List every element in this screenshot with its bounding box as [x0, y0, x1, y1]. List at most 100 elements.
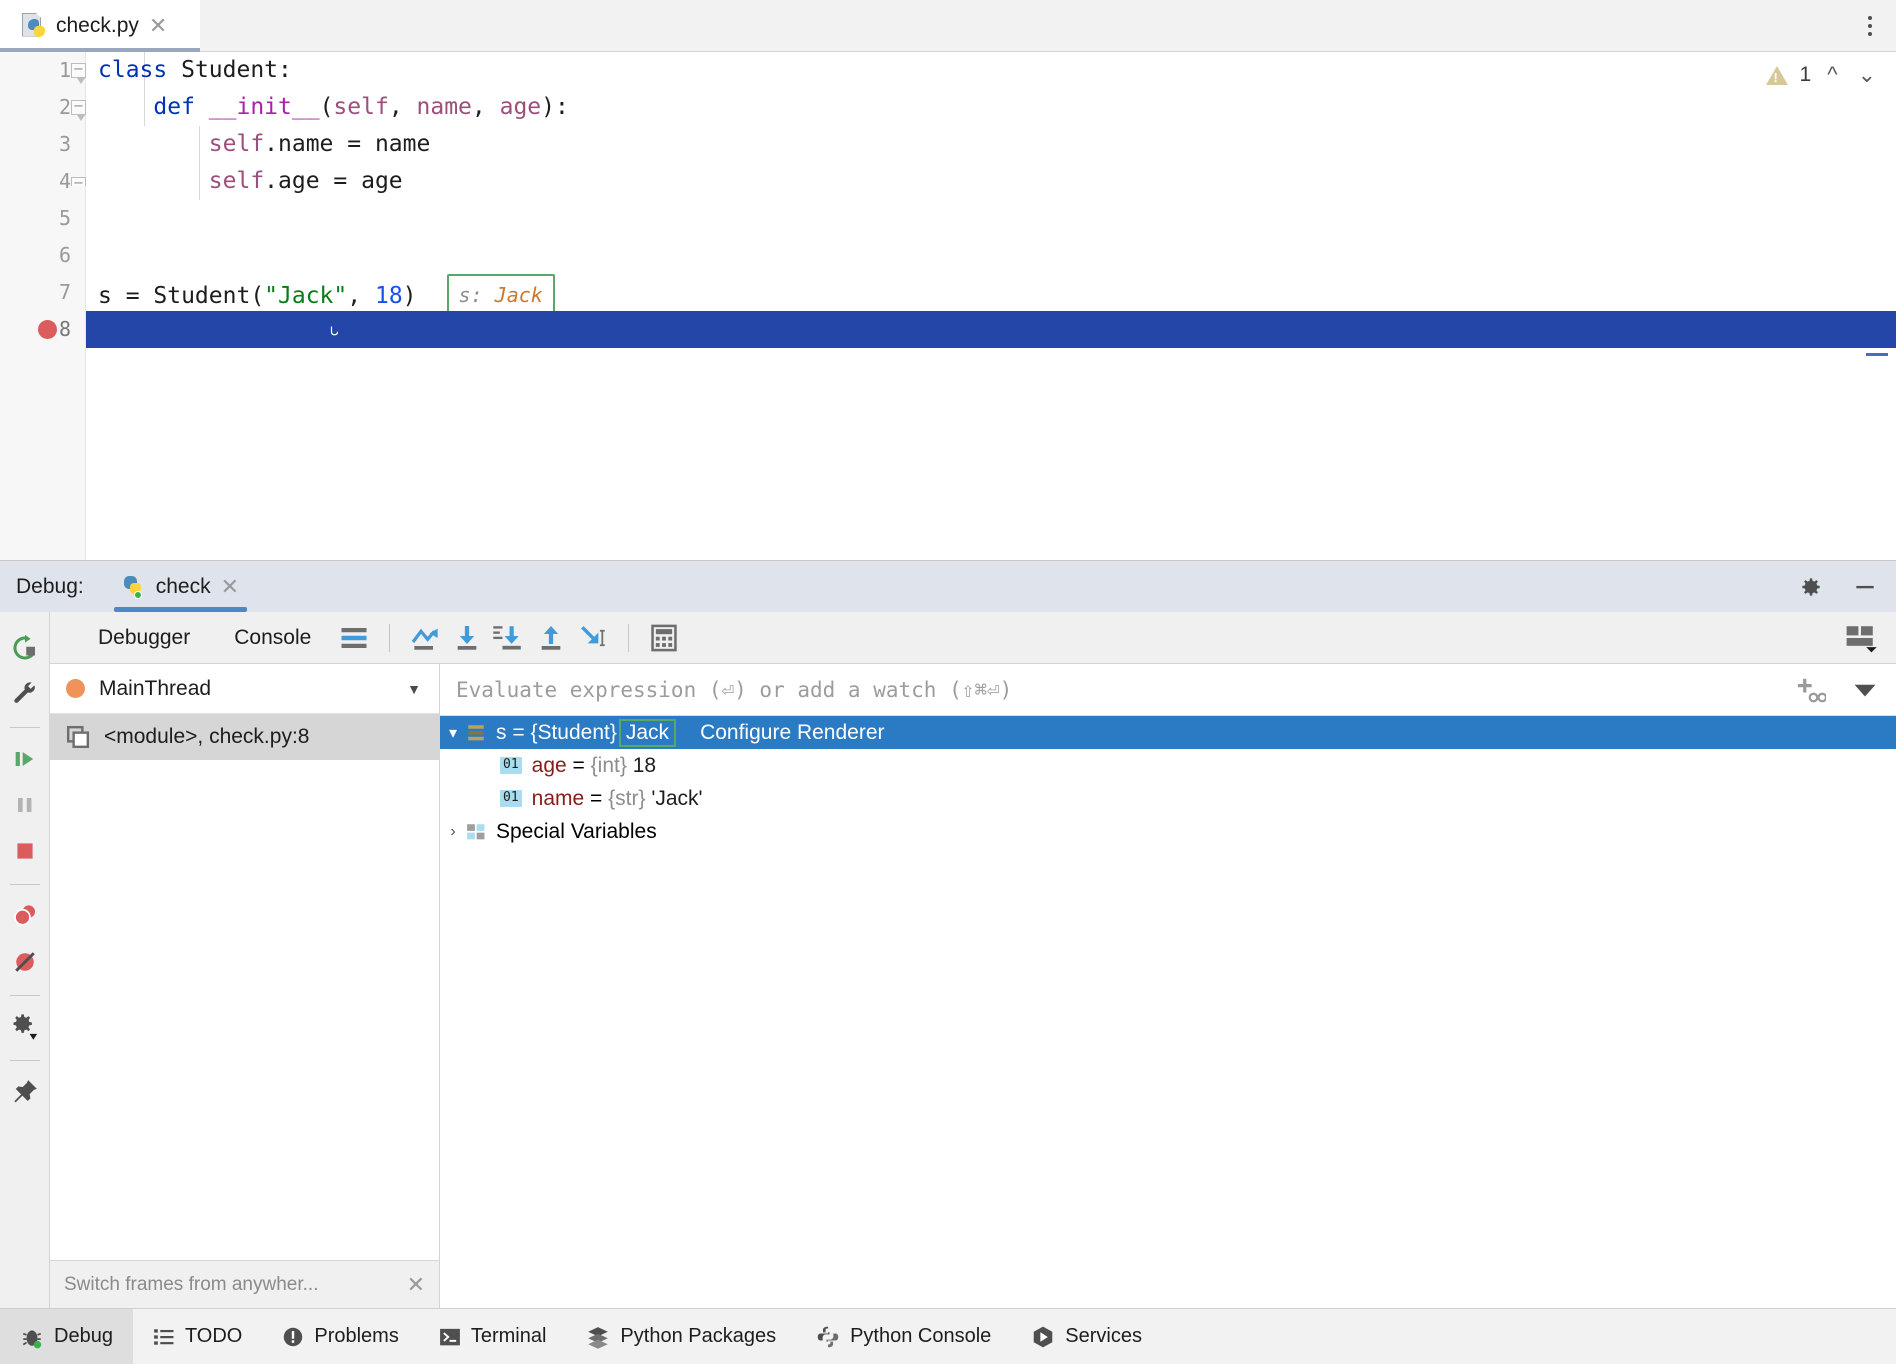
fold-icon[interactable]: − — [71, 100, 86, 115]
python-run-icon — [122, 574, 146, 600]
status-item-label: Services — [1065, 1325, 1142, 1348]
fold-icon[interactable]: − — [71, 63, 86, 78]
debug-session-tab[interactable]: check ✕ — [108, 561, 253, 612]
variable-equals: = — [573, 754, 585, 778]
status-item-python-packages[interactable]: Python Packages — [566, 1309, 796, 1364]
chevron-down-icon[interactable]: ⌄ — [1854, 62, 1880, 88]
tab-debugger[interactable]: Debugger — [76, 626, 212, 650]
toolbar-separator — [10, 1060, 40, 1061]
view-breakpoints-icon[interactable] — [3, 894, 47, 938]
step-into-icon[interactable] — [446, 618, 488, 658]
editor-gutter[interactable]: 1− 2− 3 4− 5 6 7 8 — [0, 52, 86, 560]
status-item-debug[interactable]: Debug — [0, 1309, 133, 1364]
variable-name: age — [532, 754, 567, 778]
close-icon[interactable]: ✕ — [407, 1274, 425, 1296]
code-line: s = Student("Jack", 18)s: Jack — [86, 274, 1896, 311]
ide-window: check.py ✕ 1− 2− 3 4− 5 6 7 8 class Stud… — [0, 0, 1896, 1364]
evaluate-expression-bar[interactable]: Evaluate expression (⏎) or add a watch (… — [440, 664, 1896, 716]
close-icon[interactable]: ✕ — [149, 15, 167, 37]
packages-icon — [586, 1325, 610, 1349]
line-number: 5 — [0, 200, 85, 237]
terminal-icon — [439, 1326, 461, 1348]
debug-panes: MainThread ▼ <module>, check.py:8 Switch… — [50, 664, 1896, 1308]
evaluate-expression-icon[interactable] — [643, 618, 685, 658]
thread-selector[interactable]: MainThread ▼ — [50, 664, 439, 714]
breakpoint-icon[interactable] — [38, 320, 57, 339]
problems-icon — [282, 1326, 304, 1348]
settings-icon[interactable] — [3, 1005, 47, 1049]
rerun-icon[interactable] — [3, 626, 47, 670]
pin-tab-icon[interactable] — [3, 1070, 47, 1114]
python-console-icon — [816, 1325, 840, 1349]
status-item-problems[interactable]: Problems — [262, 1309, 418, 1364]
variable-row-special-variables[interactable]: › Special Variables — [440, 815, 1896, 848]
frame-icon — [66, 725, 90, 749]
variable-value[interactable]: Jack — [619, 719, 676, 747]
status-item-todo[interactable]: TODO — [133, 1309, 262, 1364]
editor-tab-bar: check.py ✕ — [0, 0, 1896, 52]
add-watch-icon[interactable] — [1796, 676, 1826, 704]
pause-program-icon[interactable] — [3, 783, 47, 827]
status-item-label: Python Console — [850, 1325, 991, 1348]
variable-row-s[interactable]: ▾ s = {Student} Jack Configure Renderer — [440, 716, 1896, 749]
close-icon[interactable]: ✕ — [221, 576, 239, 598]
debug-tool-window-header: Debug: check ✕ — [0, 560, 1896, 612]
code-editor[interactable]: 1− 2− 3 4− 5 6 7 8 class Student: def __… — [0, 52, 1896, 560]
frame-list-item[interactable]: <module>, check.py:8 — [50, 714, 439, 760]
chevron-right-icon[interactable]: › — [440, 823, 466, 841]
mute-breakpoints-icon[interactable] — [3, 940, 47, 984]
debug-bug-icon — [20, 1325, 44, 1349]
force-step-into-icon[interactable] — [488, 618, 530, 658]
chevron-down-icon[interactable] — [1852, 680, 1878, 700]
tab-console[interactable]: Console — [212, 626, 333, 650]
editor-tab-check-py[interactable]: check.py ✕ — [0, 0, 200, 51]
code-line: class Student: — [86, 52, 1896, 89]
variable-type: {str} — [608, 787, 645, 811]
toolbar-separator — [10, 727, 40, 728]
todo-list-icon — [153, 1326, 175, 1348]
special-variables-icon — [466, 823, 486, 841]
status-item-label: TODO — [185, 1325, 242, 1348]
frames-empty-area — [50, 760, 439, 1260]
variable-type: {int} — [591, 754, 627, 778]
minimize-icon[interactable] — [1852, 574, 1878, 600]
edit-configurations-icon[interactable] — [3, 672, 47, 716]
gear-icon[interactable] — [1798, 574, 1824, 600]
frames-pane: MainThread ▼ <module>, check.py:8 Switch… — [50, 664, 440, 1308]
chevron-down-icon[interactable]: ▾ — [440, 723, 466, 743]
resume-program-icon[interactable] — [3, 737, 47, 781]
run-to-cursor-icon[interactable] — [572, 618, 614, 658]
chevron-down-icon[interactable]: ▼ — [407, 681, 421, 697]
debug-main-area: Debugger Console — [50, 612, 1896, 1308]
status-item-services[interactable]: Services — [1011, 1309, 1162, 1364]
layout-settings-icon[interactable] — [1840, 618, 1882, 658]
thread-label: MainThread — [99, 677, 211, 701]
frames-hint-bar: Switch frames from anywher... ✕ — [50, 1260, 439, 1308]
kebab-menu-icon[interactable] — [1858, 11, 1882, 41]
code-line: self.name = name — [86, 126, 1896, 163]
line-number: 7 — [0, 274, 85, 311]
step-over-icon[interactable] — [404, 618, 446, 658]
object-variable-icon — [466, 724, 486, 742]
fold-end-icon[interactable]: − — [71, 177, 86, 186]
variable-name: Special Variables — [496, 820, 657, 844]
line-number: 2− — [0, 89, 85, 126]
variable-row-age[interactable]: 01 age = {int} 18 — [440, 749, 1896, 782]
toolbar-separator — [10, 884, 40, 885]
configure-renderer-link[interactable]: Configure Renderer — [700, 721, 884, 745]
show-hide-frames-icon[interactable] — [333, 618, 375, 658]
variable-type: {Student} — [530, 721, 616, 745]
status-item-python-console[interactable]: Python Console — [796, 1309, 1011, 1364]
code-content[interactable]: class Student: def __init__(self, name, … — [86, 52, 1896, 560]
stop-icon[interactable] — [3, 829, 47, 873]
python-file-icon — [22, 13, 46, 39]
step-out-icon[interactable] — [530, 618, 572, 658]
status-item-terminal[interactable]: Terminal — [419, 1309, 567, 1364]
status-item-label: Terminal — [471, 1325, 547, 1348]
inline-hint-value: Jack — [495, 283, 543, 307]
chevron-up-icon[interactable]: ^ — [1823, 62, 1841, 88]
line-number: 8 — [0, 311, 85, 348]
toolbar-separator — [10, 995, 40, 996]
inspection-widget[interactable]: 1 ^ ⌄ — [1766, 62, 1880, 88]
variable-row-name[interactable]: 01 name = {str} 'Jack' — [440, 782, 1896, 815]
